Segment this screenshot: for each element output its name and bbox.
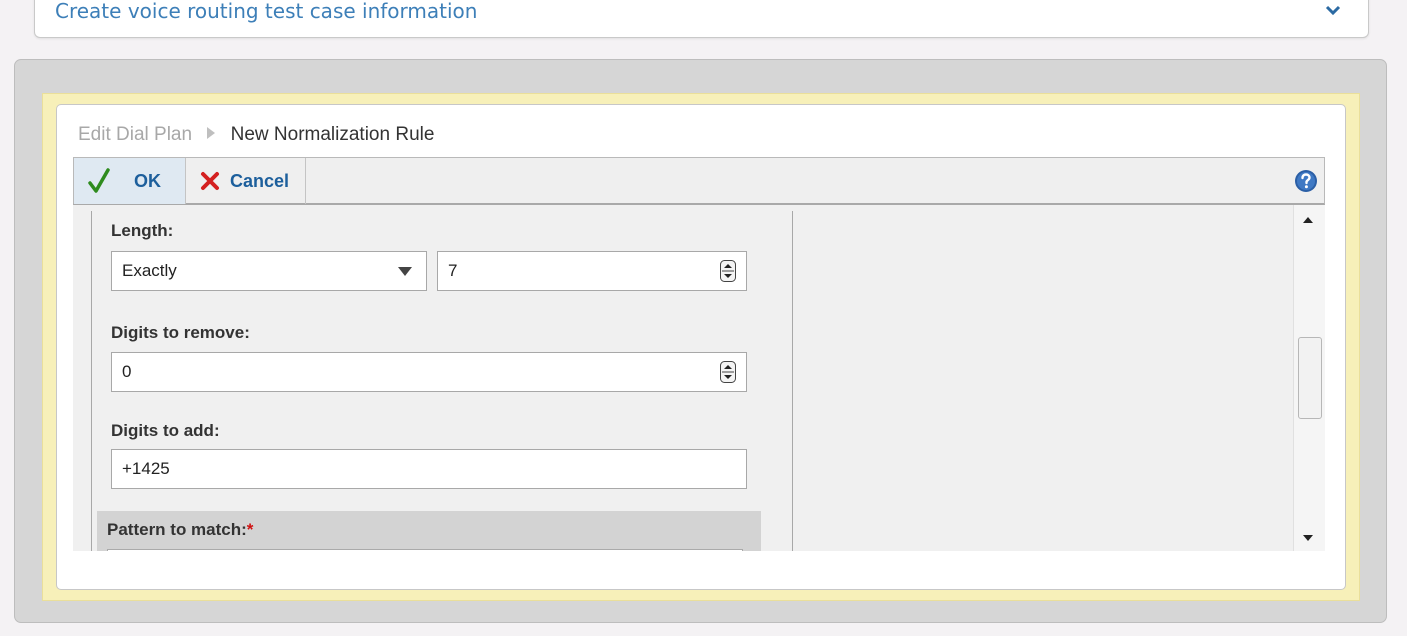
- scroll-up-arrow-icon[interactable]: [1303, 217, 1313, 223]
- pattern-to-match-section: Pattern to match:*: [97, 511, 761, 551]
- scrollbar-thumb[interactable]: [1298, 337, 1322, 419]
- dropdown-arrow-icon[interactable]: [398, 267, 412, 276]
- digits-to-add-input[interactable]: +1425: [111, 449, 747, 489]
- cancel-button[interactable]: Cancel: [186, 158, 306, 204]
- toolbar: OK Cancel: [73, 157, 1325, 205]
- help-icon[interactable]: [1294, 169, 1318, 193]
- breadcrumb-separator-icon: [207, 127, 216, 140]
- chevron-down-icon[interactable]: [1324, 1, 1342, 19]
- digits-to-remove-spinner-icon[interactable]: [720, 361, 736, 383]
- digits-to-add-label: Digits to add:: [111, 421, 220, 440]
- digits-to-remove-input[interactable]: 0: [111, 352, 747, 392]
- breadcrumb: Edit Dial Plan New Normalization Rule: [78, 124, 434, 146]
- breadcrumb-parent[interactable]: Edit Dial Plan: [78, 124, 192, 145]
- length-label: Length:: [111, 221, 174, 240]
- length-mode-select[interactable]: Exactly: [111, 251, 427, 291]
- length-number-value: 7: [448, 261, 458, 280]
- voice-routing-test-section[interactable]: Create voice routing test case informati…: [34, 0, 1369, 38]
- pattern-to-match-input[interactable]: [107, 549, 743, 551]
- dialog-highlight: Edit Dial Plan New Normalization Rule OK: [42, 93, 1360, 601]
- cancel-label: Cancel: [230, 170, 290, 191]
- form-right-column: [793, 205, 1293, 551]
- length-number-input[interactable]: 7: [437, 251, 747, 291]
- section-title[interactable]: Create voice routing test case informati…: [55, 0, 477, 23]
- digits-to-remove-label: Digits to remove:: [111, 323, 250, 342]
- digits-to-remove-value: 0: [122, 362, 132, 381]
- form-left-column: Length: Exactly 7 Digits to remove: 0 Di…: [73, 205, 793, 551]
- normalization-rule-panel: Edit Dial Plan New Normalization Rule OK: [56, 104, 1346, 590]
- vertical-scrollbar[interactable]: [1293, 205, 1325, 551]
- dialog-frame: Edit Dial Plan New Normalization Rule OK: [14, 59, 1387, 623]
- required-marker: *: [246, 520, 254, 539]
- digits-to-add-value: +1425: [122, 459, 170, 478]
- pattern-to-match-label: Pattern to match:*: [107, 520, 253, 540]
- scroll-down-arrow-icon[interactable]: [1303, 535, 1313, 541]
- length-mode-value: Exactly: [122, 261, 177, 280]
- form-content: Length: Exactly 7 Digits to remove: 0 Di…: [73, 205, 1325, 551]
- pattern-to-match-label-text: Pattern to match:: [107, 520, 247, 539]
- length-spinner-icon[interactable]: [720, 260, 736, 282]
- indent-guide: [91, 211, 92, 551]
- checkmark-icon: [88, 168, 110, 193]
- ok-label: OK: [134, 170, 161, 191]
- ok-button[interactable]: OK: [74, 158, 186, 204]
- breadcrumb-current: New Normalization Rule: [230, 124, 435, 145]
- close-icon: [201, 172, 219, 190]
